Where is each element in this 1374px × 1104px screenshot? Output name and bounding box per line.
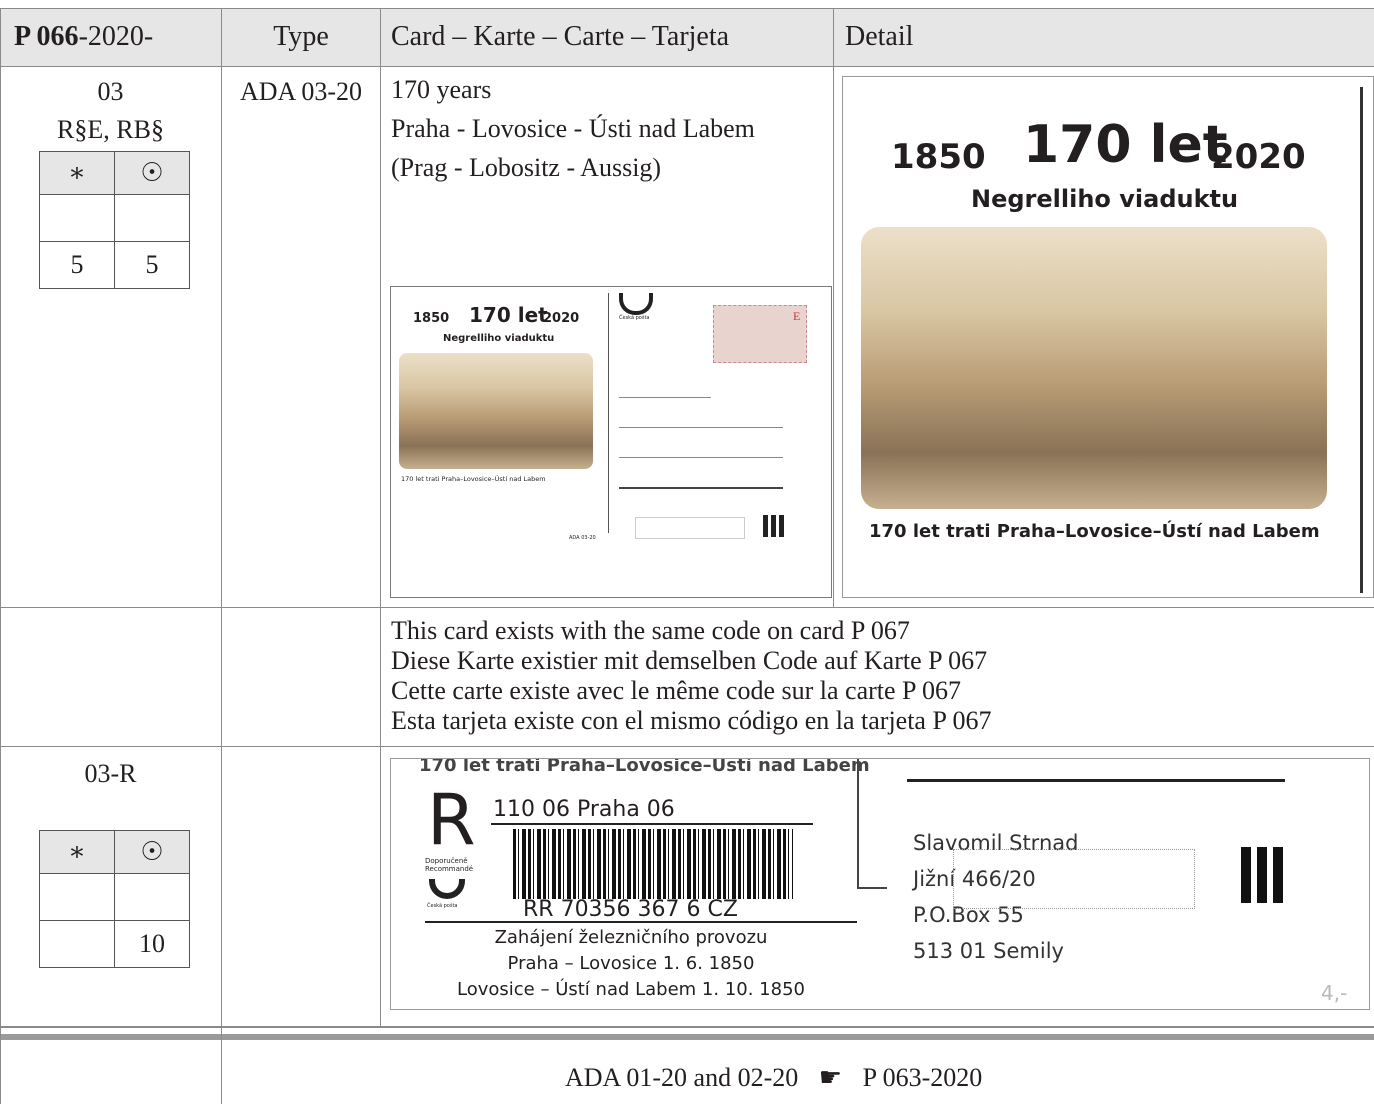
detail-headline: 170 let (1023, 115, 1228, 175)
card-title: 170 years (391, 75, 492, 104)
card-route-german: (Prag - Lobositz - Aussig) (391, 153, 662, 182)
postcode-boxes (635, 517, 745, 539)
post-horn-icon (619, 293, 653, 315)
detail-subtitle: Negrelliho viaduktu (971, 185, 1239, 213)
footer-reference: ADA 01-20 and 02-20 ☛ P 063-2020 (565, 1062, 982, 1094)
event-line-1: Zahájení železničního provozu (494, 927, 768, 948)
barcode (513, 829, 793, 899)
barcode-number: RR 70356 367 6 CZ (523, 897, 738, 922)
mint-price: 5 (39, 241, 115, 289)
entry-variant: R§E, RB§ (57, 115, 164, 144)
catalog-code-prefix: P 066 (14, 21, 79, 52)
pointing-hand-icon: ☛ (818, 1063, 843, 1093)
detail-year-right: 2020 (1211, 137, 1306, 177)
note-german: Diese Karte existier mit demselben Code … (391, 646, 988, 675)
address-line-4: 513 01 Semily (913, 939, 1064, 963)
used-symbol: ☉ (114, 151, 190, 195)
detail-viaduct-illustration (861, 227, 1327, 509)
postcard-thumbnail: 1850 170 let 2020 Negrelliho viaduktu 17… (390, 286, 832, 598)
registered-r-letter: R (427, 779, 476, 861)
mint-price (39, 920, 115, 968)
column-header-detail: Detail (845, 21, 914, 52)
price-table-registered: ∗ ☉ 10 (39, 830, 190, 968)
postcode-boxes (953, 849, 1195, 909)
used-symbol: ☉ (114, 830, 190, 874)
pencil-mark: 4,- (1321, 981, 1348, 1005)
bar-marks (1241, 847, 1251, 903)
used-price: 5 (114, 241, 190, 289)
postcard-detail-image: 1850 170 let 2020 Negrelliho viaduktu 17… (842, 76, 1374, 598)
price-table: ∗ ☉ 55 (39, 151, 190, 289)
column-header-type: Type (273, 21, 329, 52)
footer-text-left: ADA 01-20 and 02-20 (565, 1063, 799, 1092)
post-horn-icon (429, 879, 465, 899)
note-english: This card exists with the same code on c… (391, 616, 910, 645)
note-spanish: Esta tarjeta existe con el mismo código … (391, 706, 992, 735)
note-french: Cette carte existe avec le même code sur… (391, 676, 962, 705)
event-line-3: Lovosice – Ústí nad Labem 1. 10. 1850 (457, 979, 805, 1000)
card-route: Praha - Lovosice - Ústi nad Labem (391, 114, 755, 143)
event-line-2: Praha – Lovosice 1. 6. 1850 (507, 953, 755, 974)
registered-top-caption: 170 let trati Praha–Lovosice–Ústí nad La… (419, 758, 870, 776)
detail-year-left: 1850 (891, 137, 986, 177)
catalog-code-suffix: -2020- (78, 21, 154, 52)
entry-number: 03 (97, 77, 124, 106)
footer-text-right: P 063-2020 (862, 1063, 983, 1092)
mint-symbol: ∗ (39, 830, 115, 874)
column-header-card: Card – Karte – Carte – Tarjeta (391, 21, 730, 52)
catalog-code: P 066-2020- (14, 19, 153, 55)
viaduct-illustration (399, 353, 593, 469)
entry2-number: 03-R (84, 759, 137, 788)
card-type-code: ADA 03-20 (239, 77, 363, 106)
post-office: 110 06 Praha 06 (493, 797, 675, 822)
bar-marks (763, 515, 768, 537)
detail-caption: 170 let trati Praha–Lovosice–Ústí nad La… (869, 521, 1320, 542)
registered-card-image: 170 let trati Praha–Lovosice–Ústí nad La… (390, 758, 1370, 1010)
mint-symbol: ∗ (39, 151, 115, 195)
used-price: 10 (114, 920, 190, 968)
